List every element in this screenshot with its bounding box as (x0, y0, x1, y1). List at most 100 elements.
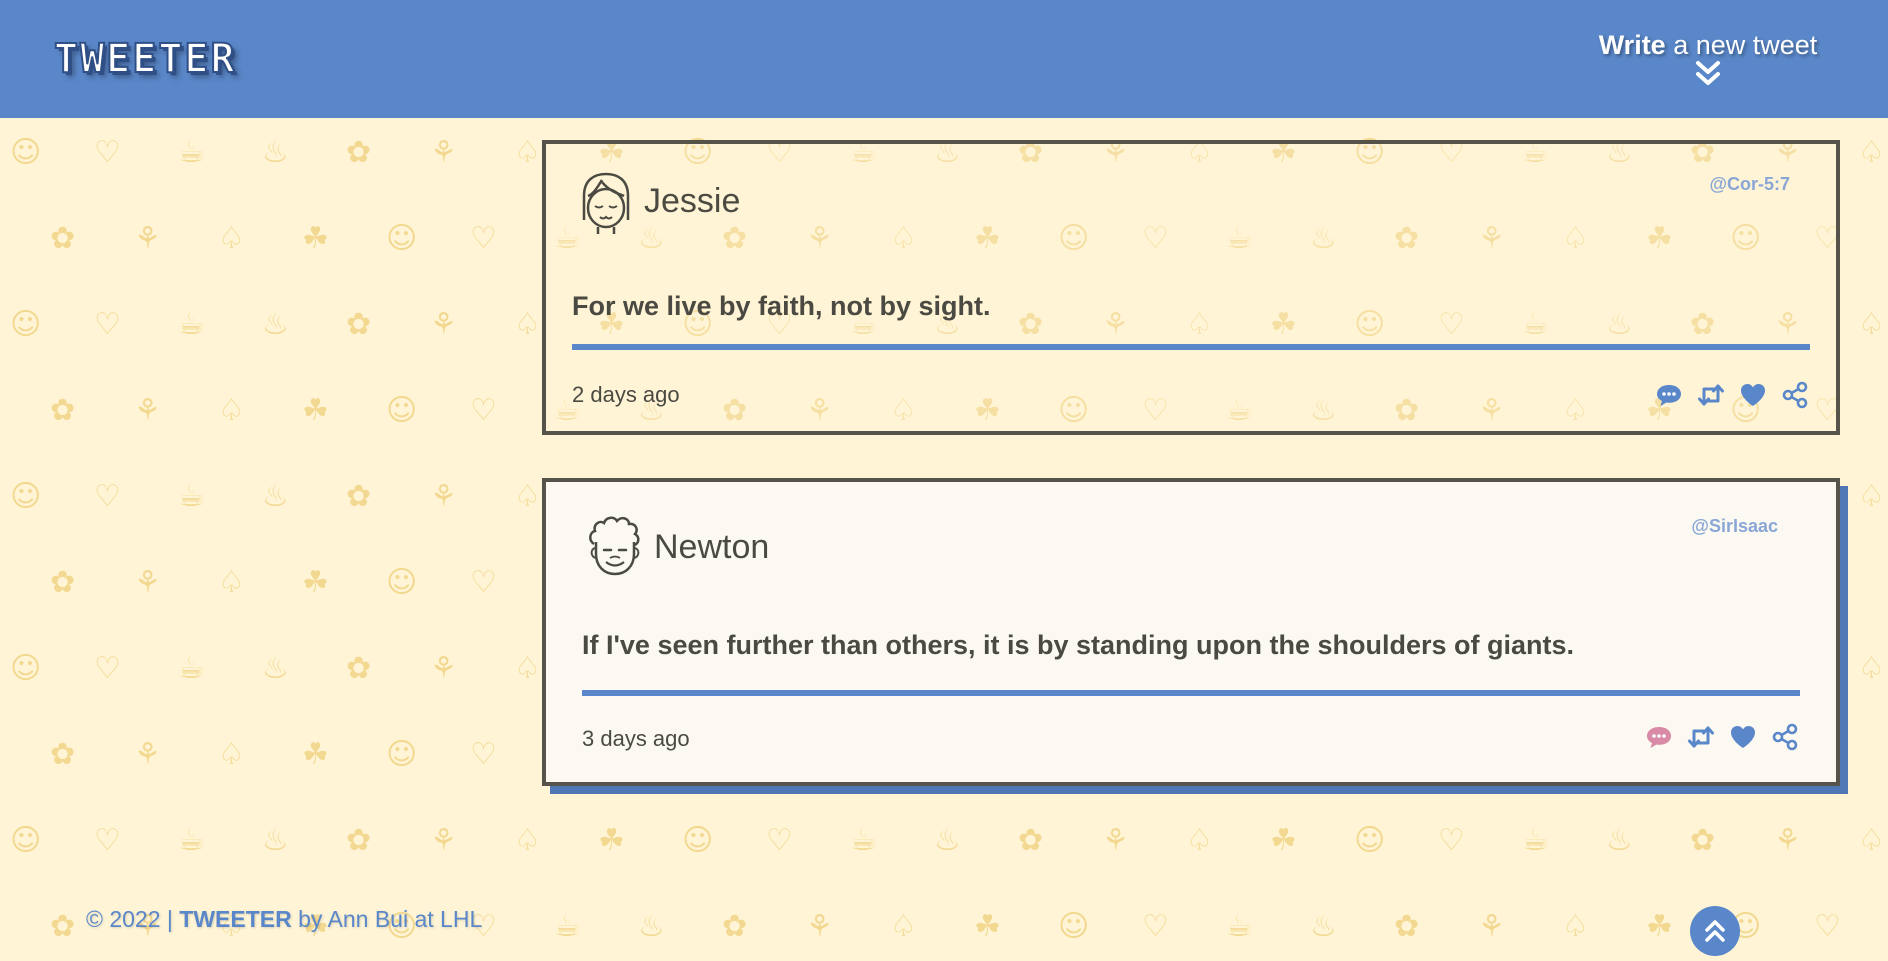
heart-icon[interactable] (1738, 380, 1768, 410)
scroll-to-top-button[interactable] (1690, 906, 1740, 956)
pattern-doodle: ☺ (10, 651, 42, 686)
pattern-doodle: ⚘ (134, 565, 161, 600)
pattern-doodle: ☘ (974, 909, 1001, 944)
pattern-doodle: ♤ (1858, 307, 1885, 342)
pattern-doodle: ⚘ (430, 135, 457, 170)
pattern-doodle: ☕ (178, 651, 205, 686)
pattern-doodle: ♤ (1562, 909, 1589, 944)
pattern-doodle: ♡ (766, 823, 793, 858)
pattern-doodle: ✿ (1690, 823, 1716, 858)
pattern-doodle: ☺ (386, 737, 418, 772)
pattern-doodle: ☺ (386, 393, 418, 428)
tweet-actions (1654, 380, 1810, 410)
tweet-author-name: Jessie (644, 182, 741, 220)
pattern-doodle: ☕ (554, 909, 581, 944)
share-icon[interactable] (1780, 380, 1810, 410)
pattern-doodle: ♡ (1814, 909, 1841, 944)
pattern-doodle: ⚘ (430, 823, 457, 858)
pattern-doodle: ♨ (262, 479, 289, 514)
pattern-doodle: ♨ (262, 307, 289, 342)
tweet-timestamp: 3 days ago (582, 726, 690, 751)
write-new-tweet-button[interactable]: Write a new tweet (1588, 28, 1828, 88)
pattern-doodle: ⚘ (806, 909, 833, 944)
pattern-doodle: ♡ (94, 651, 121, 686)
pattern-doodle: ☕ (1522, 823, 1549, 858)
pattern-doodle: ⚘ (1774, 823, 1801, 858)
tweet-author-handle: @SirIsaac (1691, 516, 1778, 536)
pattern-doodle: ♤ (514, 823, 541, 858)
share-icon[interactable] (1770, 722, 1800, 752)
page-footer: © 2022 | TWEETER by Ann Bui at LHL (86, 906, 482, 933)
pattern-doodle: ♨ (1606, 823, 1633, 858)
pattern-doodle: ⚘ (134, 221, 161, 256)
pattern-doodle: ☺ (1058, 909, 1090, 944)
tweet-actions (1644, 722, 1800, 752)
tweet-author-name: Newton (654, 528, 770, 566)
app-logo[interactable]: TWEETER (53, 35, 237, 83)
pattern-doodle: ✿ (346, 479, 372, 514)
tweet-timestamp: 2 days ago (572, 382, 680, 407)
pattern-doodle: ♡ (470, 221, 497, 256)
tweet-divider (582, 690, 1800, 696)
pattern-doodle: ☘ (598, 823, 625, 858)
pattern-doodle: ☺ (10, 823, 42, 858)
pattern-doodle: ⚘ (1102, 823, 1129, 858)
pattern-doodle: ♨ (262, 823, 289, 858)
double-chevron-down-icon (1696, 61, 1720, 85)
pattern-doodle: ♤ (218, 393, 245, 428)
pattern-doodle: ♤ (218, 565, 245, 600)
footer-brand: TWEETER (179, 906, 292, 932)
tweet-divider (572, 344, 1810, 350)
footer-copyright: © 2022 | (86, 906, 180, 932)
pattern-doodle: ♡ (94, 823, 121, 858)
retweet-icon[interactable] (1696, 380, 1726, 410)
pattern-doodle: ♤ (1858, 479, 1885, 514)
compose-label: Write a new tweet (1588, 28, 1828, 62)
pattern-doodle: ♨ (262, 135, 289, 170)
pattern-doodle: ☺ (10, 479, 42, 514)
pattern-doodle: ♤ (1858, 651, 1885, 686)
pattern-doodle: ☺ (10, 135, 42, 170)
pattern-doodle: ♤ (514, 135, 541, 170)
tweet-card: Newton @SirIsaac If I've seen further th… (542, 478, 1840, 786)
pattern-doodle: ✿ (346, 651, 372, 686)
pattern-doodle: ☘ (302, 221, 329, 256)
pattern-doodle: ☺ (386, 565, 418, 600)
footer-credit: by Ann Bui at LHL (291, 906, 483, 932)
heart-icon[interactable] (1728, 722, 1758, 752)
pattern-doodle: ♤ (890, 909, 917, 944)
pattern-doodle: ☕ (1226, 909, 1253, 944)
curly-hair-avatar-icon (589, 516, 640, 576)
pattern-doodle: ⚘ (430, 479, 457, 514)
pattern-doodle: ♨ (262, 651, 289, 686)
pattern-doodle: ♤ (1186, 823, 1213, 858)
pattern-doodle: ☕ (178, 823, 205, 858)
compose-label-rest: a new tweet (1673, 30, 1818, 60)
pattern-doodle: ✿ (50, 737, 76, 772)
pattern-doodle: ✿ (1018, 823, 1044, 858)
pattern-doodle: ☺ (386, 221, 418, 256)
tweet-author-handle: @Cor-5:7 (1709, 174, 1790, 194)
pattern-doodle: ☕ (178, 479, 205, 514)
pattern-doodle: ♨ (1310, 909, 1337, 944)
pattern-doodle: ♤ (1858, 135, 1885, 170)
retweet-icon[interactable] (1686, 722, 1716, 752)
comment-icon[interactable] (1654, 380, 1684, 410)
pattern-doodle: ☺ (682, 823, 714, 858)
pattern-doodle: ♡ (470, 393, 497, 428)
pattern-doodle: ☘ (302, 393, 329, 428)
pattern-doodle: ✿ (50, 909, 76, 944)
girl-avatar-icon (582, 172, 630, 234)
pattern-doodle: ♨ (638, 909, 665, 944)
pattern-doodle: ☕ (178, 307, 205, 342)
compose-label-bold: Write (1598, 30, 1666, 60)
pattern-doodle: ☺ (1354, 823, 1386, 858)
pattern-doodle: ☘ (302, 565, 329, 600)
pattern-doodle: ✿ (346, 823, 372, 858)
pattern-doodle: ♤ (514, 479, 541, 514)
pattern-doodle: ☕ (178, 135, 205, 170)
pattern-doodle: ⚘ (134, 393, 161, 428)
comment-icon[interactable] (1644, 722, 1674, 752)
pattern-doodle: ✿ (50, 221, 76, 256)
pattern-doodle: ✿ (50, 565, 76, 600)
